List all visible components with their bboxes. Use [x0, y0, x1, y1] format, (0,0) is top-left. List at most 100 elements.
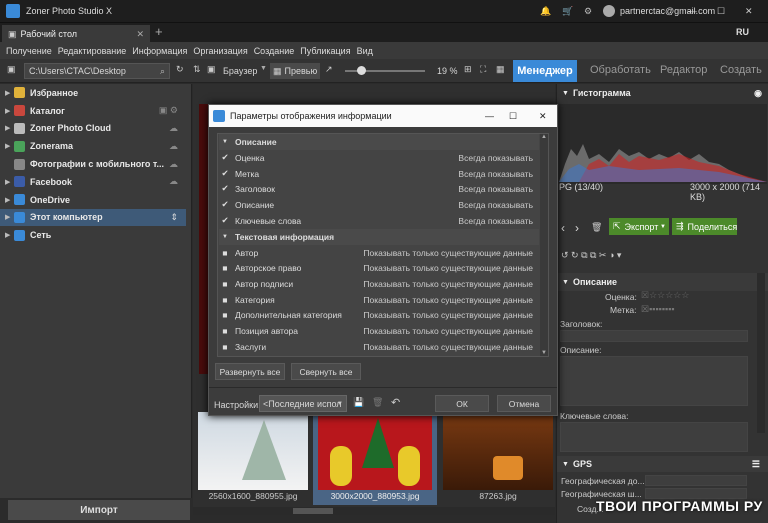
expand-arrow-icon[interactable]: ▶ [5, 142, 10, 150]
list-item[interactable]: ■ Автор Показывать только существующие дан… [219, 245, 539, 261]
item-value[interactable]: Всегда показывать [458, 169, 533, 179]
list-item[interactable]: ✔ Описание Всегда показывать [219, 197, 539, 213]
item-value[interactable]: Всегда показывать [458, 200, 533, 210]
grid-icon[interactable]: ▦ [496, 64, 505, 75]
mode-editor[interactable]: Редактор [660, 64, 707, 76]
list-item[interactable]: ■ Категория Показывать только существующие… [219, 292, 539, 308]
sidebar-item-this-pc[interactable]: ▶ Этот компьютер ⇕ [0, 208, 186, 227]
scroll-down-icon[interactable]: ▼ [541, 350, 547, 356]
checkbox-checked[interactable]: ✔ [219, 168, 231, 179]
minimize-button[interactable]: — [688, 6, 697, 16]
gps-lat-field[interactable] [645, 475, 747, 486]
checkbox-unchecked[interactable]: ■ [219, 263, 231, 273]
right-scrollbar[interactable] [757, 273, 765, 433]
title-field[interactable] [560, 330, 748, 342]
refresh-icon[interactable]: ↻ [176, 64, 184, 75]
close-tab-icon[interactable]: ✕ [136, 29, 144, 40]
sort-icon[interactable]: ⇅ [193, 64, 201, 75]
expand-arrow-icon[interactable]: ▶ [5, 124, 10, 132]
checkbox-unchecked[interactable]: ■ [219, 295, 231, 305]
expand-arrow-icon[interactable]: ▶ [5, 196, 10, 204]
item-value[interactable]: Показывать только существующие данные [363, 295, 533, 305]
export-button[interactable]: ⇱ Экспорт ▼ [609, 218, 669, 235]
dialog-maximize-button[interactable]: ☐ [509, 111, 517, 122]
account-email[interactable]: partnerctac@gmail.com [620, 6, 715, 16]
collapse-arrow-icon[interactable]: ▼ [219, 234, 231, 240]
list-item[interactable]: ■ Автор подписи Показывать только существу… [219, 276, 539, 292]
description-header[interactable]: ▼ Описание [557, 273, 768, 291]
checkbox-checked[interactable]: ✔ [219, 183, 231, 194]
collapse-arrow-icon[interactable]: ▼ [562, 90, 569, 97]
list-scrollbar[interactable]: ▲ ▼ [540, 134, 548, 356]
catalog-settings-icon[interactable]: ▣ ⚙ [159, 105, 178, 116]
expand-arrow-icon[interactable]: ▶ [5, 107, 10, 115]
list-item[interactable]: ✔ Оценка Всегда показывать [219, 150, 539, 166]
import-button[interactable]: Импорт [8, 500, 190, 520]
checkbox-unchecked[interactable]: ■ [219, 342, 231, 352]
expand-arrow-icon[interactable]: ▶ [5, 231, 10, 239]
histogram-header[interactable]: ▼ Гистограмма ◉ [557, 84, 768, 102]
menu-view[interactable]: Вид [357, 46, 373, 56]
share-button[interactable]: ⇶ Поделиться [672, 218, 737, 235]
scroll-up-icon[interactable]: ▲ [541, 134, 547, 140]
menu-edit[interactable]: Редактирование [58, 46, 127, 56]
expand-arrow-icon[interactable]: ▶ [5, 89, 10, 97]
notification-icon[interactable]: 🔔 [540, 6, 551, 17]
collapse-arrow-icon[interactable]: ▼ [562, 279, 569, 286]
mode-develop[interactable]: Обработать [590, 64, 651, 76]
mode-create[interactable]: Создать [720, 64, 762, 76]
horizontal-scrollbar[interactable] [193, 507, 555, 515]
checkbox-checked[interactable]: ✔ [219, 199, 231, 210]
dialog-minimize-button[interactable]: — [485, 111, 494, 121]
path-input[interactable]: C:\Users\CTAC\Desktop ⌕ [24, 63, 170, 79]
sidebar-item-favorites[interactable]: ▶ Избранное [0, 84, 186, 102]
sidebar-item-zonerama[interactable]: ▶ Zonerama ☁ [0, 137, 186, 155]
fit-icon[interactable]: ⊞ [464, 64, 472, 75]
item-value[interactable]: Всегда показывать [458, 153, 533, 163]
gps-header[interactable]: ▼ GPS ☰ [557, 456, 768, 472]
settings-icon[interactable]: ⚙ [584, 6, 592, 17]
checkbox-unchecked[interactable]: ■ [219, 326, 231, 336]
menu-info[interactable]: Информация [132, 46, 187, 56]
histogram-settings-icon[interactable]: ◉ [754, 88, 762, 99]
mode-manager[interactable]: Менеджер [513, 60, 577, 82]
sort-arrows-icon[interactable]: ⇕ [170, 212, 178, 223]
delete-preset-icon[interactable]: 🗑 [372, 397, 383, 408]
browser-dropdown-icon[interactable]: ▼ [260, 65, 267, 72]
collapse-all-button[interactable]: Свернуть все [291, 363, 361, 380]
dropdown-icon[interactable]: ▼ [660, 224, 666, 230]
item-value[interactable]: Показывать только существующие данные [363, 263, 533, 273]
collapse-arrow-icon[interactable]: ▼ [219, 139, 231, 145]
thumbnail-minions[interactable] [318, 412, 432, 490]
item-value[interactable]: Всегда показывать [458, 216, 533, 226]
section-text-info[interactable]: ▼ Текстовая информация [219, 229, 539, 245]
delete-icon[interactable]: 🗑 [591, 222, 602, 233]
checkbox-checked[interactable]: ✔ [219, 152, 231, 163]
dropdown-icon[interactable]: ▼ [337, 401, 343, 407]
sidebar-item-zoner-cloud[interactable]: ▶ Zoner Photo Cloud ☁ [0, 120, 186, 138]
checkbox-unchecked[interactable]: ■ [219, 279, 231, 289]
list-item[interactable]: ■ Дополнительная категория Показывать толь… [219, 307, 539, 323]
tab-desktop[interactable]: ▣ Рабочий стол ✕ [2, 25, 150, 43]
keywords-field[interactable] [560, 422, 748, 452]
cart-icon[interactable]: 🛒 [562, 6, 573, 17]
zoom-slider-thumb[interactable] [357, 66, 366, 75]
checkbox-unchecked[interactable]: ■ [219, 248, 231, 258]
menu-create[interactable]: Создание [254, 46, 295, 56]
settings-dropdown[interactable]: <Последние испол ▼ [259, 395, 347, 412]
thumbnail-snow-tree[interactable] [198, 412, 308, 490]
expand-all-button[interactable]: Развернуть все [215, 363, 285, 380]
menu-publish[interactable]: Публикация [300, 46, 350, 56]
open-external-icon[interactable]: ↗ [325, 64, 333, 75]
zoom-slider[interactable] [345, 66, 425, 75]
search-icon[interactable]: ⌕ [160, 66, 165, 77]
dialog-close-button[interactable]: ✕ [539, 111, 547, 122]
sidebar-item-network[interactable]: ▶ Сеть [0, 226, 186, 244]
browser-view-button[interactable]: Браузер [223, 66, 257, 76]
cancel-button[interactable]: Отмена [497, 395, 551, 412]
sidebar-item-mobile-photos[interactable]: Фотографии с мобильного т... ☁ [0, 155, 186, 173]
list-item[interactable]: ■ Позиция автора Показывать только существ… [219, 323, 539, 339]
item-value[interactable]: Показывать только существующие данные [363, 310, 533, 320]
prev-arrow-icon[interactable]: ‹ [561, 221, 565, 235]
sidebar-item-onedrive[interactable]: ▶ OneDrive [0, 191, 186, 209]
